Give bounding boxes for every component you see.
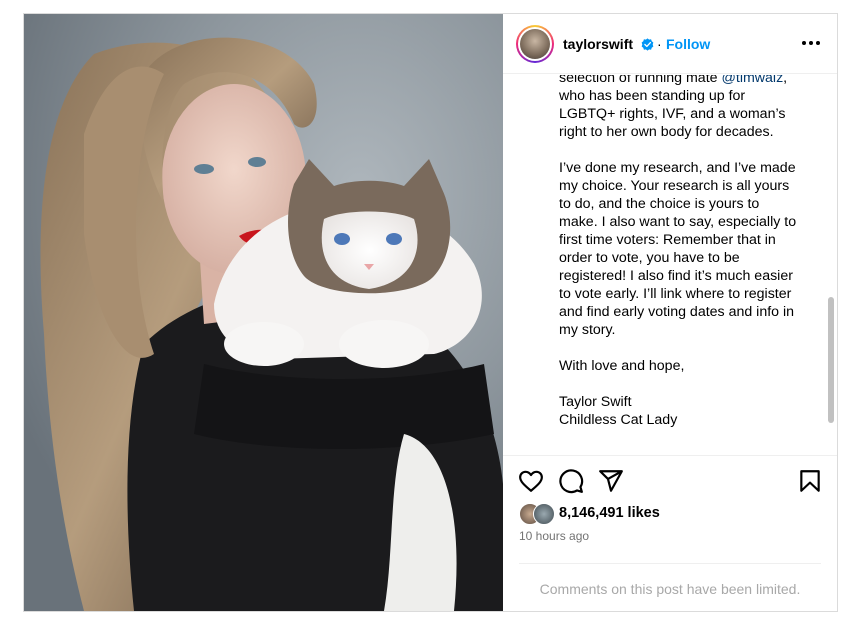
post-header: taylorswift · Follow — [503, 14, 837, 74]
username-link[interactable]: taylorswift — [563, 36, 633, 52]
scrollbar-thumb[interactable] — [828, 297, 834, 423]
avatar-image — [520, 29, 550, 59]
comment-icon[interactable] — [558, 468, 584, 494]
comments-limited-notice: Comments on this post have been limited. — [539, 581, 801, 597]
caption-scroll-area[interactable]: selection of running mate @timwalz, who … — [503, 75, 823, 455]
share-icon[interactable] — [598, 468, 624, 494]
post-caption: selection of running mate @timwalz, who … — [559, 75, 809, 429]
mention-link[interactable]: @timwalz — [721, 75, 783, 86]
caption-text-rest: , who has been standing up for LGBTQ+ ri… — [559, 75, 797, 428]
likes-count[interactable]: 8,146,491 likes — [559, 505, 660, 521]
heart-icon[interactable] — [518, 468, 544, 494]
instagram-post: taylorswift · Follow selection of runnin… — [23, 13, 838, 612]
post-actions: 8,146,491 likes 10 hours ago Comments on… — [503, 455, 837, 611]
separator-dot: · — [657, 36, 662, 52]
divider — [519, 563, 821, 564]
avatar[interactable] — [516, 25, 554, 63]
post-photo-illustration — [24, 14, 503, 611]
bookmark-icon[interactable] — [797, 468, 823, 494]
caption-scrollbar[interactable] — [825, 75, 835, 455]
verified-badge-icon — [641, 38, 654, 51]
more-options-icon[interactable] — [800, 33, 822, 53]
follow-button[interactable]: Follow — [666, 36, 710, 52]
post-photo[interactable] — [24, 14, 503, 611]
caption-text-start: selection of running mate — [559, 75, 722, 86]
liked-by-avatars[interactable] — [519, 503, 559, 525]
post-timestamp[interactable]: 10 hours ago — [519, 529, 589, 543]
post-side-panel: taylorswift · Follow selection of runnin… — [503, 14, 837, 611]
liker-avatar — [533, 503, 555, 525]
avatar-border — [518, 27, 552, 61]
